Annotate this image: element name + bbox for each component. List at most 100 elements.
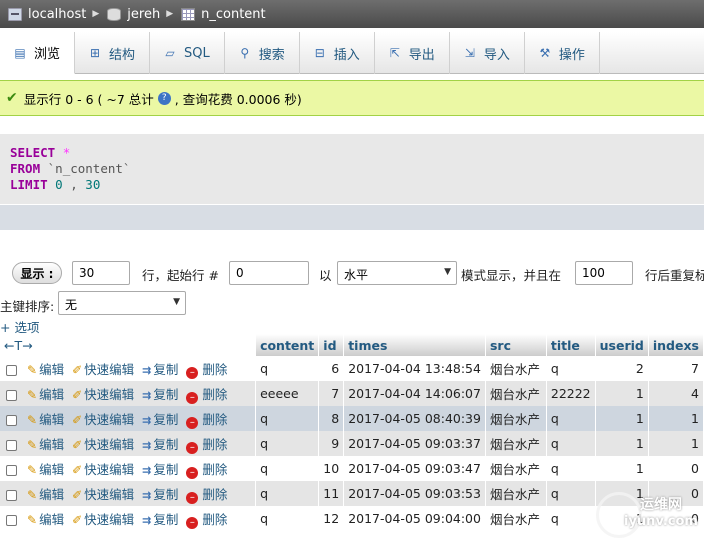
delete-link[interactable]: – 删除 (186, 437, 227, 454)
cell-times[interactable]: 2017-04-05 09:03:53 (343, 481, 486, 506)
column-header-indexs[interactable]: indexs (648, 334, 704, 356)
quick-edit-link[interactable]: ✐ 快速编辑 (72, 412, 134, 427)
copy-label[interactable]: 复制 (153, 462, 178, 477)
cell-content[interactable]: q (255, 356, 320, 381)
cell-content[interactable]: q (255, 506, 320, 531)
table-row[interactable]: ✎ 编辑 ✐ 快速编辑 ⇉ 复制 – 删除 q 6 2017-04-04 13:48:54 烟台水产 q… (0, 356, 704, 381)
tab-sql[interactable]: ▱ SQL (150, 32, 225, 74)
delete-link[interactable]: – 删除 (186, 412, 227, 429)
edit-label[interactable]: 编辑 (39, 387, 64, 402)
row-checkbox[interactable] (6, 439, 17, 451)
quick-edit-label[interactable]: 快速编辑 (84, 512, 134, 527)
tab-insert[interactable]: ⊟ 插入 (300, 32, 375, 74)
delete-label[interactable]: 删除 (202, 512, 227, 527)
cell-id[interactable]: 10 (318, 456, 345, 481)
copy-label[interactable]: 复制 (153, 512, 178, 527)
edit-label[interactable]: 编辑 (39, 437, 64, 452)
cell-userid[interactable]: 1 (595, 456, 649, 481)
column-header-id[interactable]: id (318, 334, 345, 356)
quick-edit-link[interactable]: ✐ 快速编辑 (72, 387, 134, 402)
cell-title[interactable]: 22222 (546, 381, 596, 406)
table-row[interactable]: ✎ 编辑 ✐ 快速编辑 ⇉ 复制 – 删除 eeeee 7 2017-04-04 14:06:07 烟… (0, 381, 704, 406)
cell-times[interactable]: 2017-04-04 14:06:07 (343, 381, 486, 406)
delete-link[interactable]: – 删除 (186, 387, 227, 404)
copy-label[interactable]: 复制 (153, 387, 178, 402)
cell-id[interactable]: 9 (318, 431, 345, 456)
cell-content[interactable]: q (255, 431, 320, 456)
quick-edit-link[interactable]: ✐ 快速编辑 (72, 462, 134, 477)
cell-userid[interactable]: 1 (595, 406, 649, 431)
quick-edit-label[interactable]: 快速编辑 (84, 412, 134, 427)
quick-edit-label[interactable]: 快速编辑 (84, 487, 134, 502)
cell-indexs[interactable]: 7 (648, 356, 704, 381)
copy-link[interactable]: ⇉ 复制 (142, 362, 178, 377)
copy-label[interactable]: 复制 (153, 362, 178, 377)
delete-label[interactable]: 删除 (202, 387, 227, 402)
copy-link[interactable]: ⇉ 复制 (142, 387, 178, 402)
breadcrumb-server-label[interactable]: localhost (28, 7, 86, 22)
rows-input[interactable]: 30 (72, 261, 130, 285)
row-checkbox[interactable] (6, 414, 17, 426)
quick-edit-link[interactable]: ✐ 快速编辑 (72, 512, 134, 527)
row-checkbox[interactable] (6, 464, 17, 476)
delete-label[interactable]: 删除 (202, 412, 227, 427)
column-header-src[interactable]: src (485, 334, 547, 356)
cell-userid[interactable]: 1 (595, 431, 649, 456)
table-row[interactable]: ✎ 编辑 ✐ 快速编辑 ⇉ 复制 – 删除 q 8 2017-04-05 08:40:39 烟台水产 q… (0, 406, 704, 431)
sort-select[interactable]: 无 ▼ (58, 291, 186, 315)
quick-edit-label[interactable]: 快速编辑 (84, 387, 134, 402)
row-checkbox[interactable] (6, 389, 17, 401)
tab-search[interactable]: ⚲ 搜索 (225, 32, 300, 74)
cell-src[interactable]: 烟台水产 (485, 456, 547, 481)
edit-link[interactable]: ✎ 编辑 (27, 362, 64, 377)
cell-content[interactable]: q (255, 481, 320, 506)
column-arrows-header[interactable]: ←T→ (0, 334, 257, 356)
cell-times[interactable]: 2017-04-05 08:40:39 (343, 406, 486, 431)
cell-indexs[interactable]: 1 (648, 406, 704, 431)
edit-label[interactable]: 编辑 (39, 462, 64, 477)
row-checkbox[interactable] (6, 364, 17, 376)
delete-label[interactable]: 删除 (202, 462, 227, 477)
cell-userid[interactable]: 1 (595, 381, 649, 406)
edit-label[interactable]: 编辑 (39, 487, 64, 502)
tab-operations[interactable]: ⚒ 操作 (525, 32, 600, 74)
cell-title[interactable]: q (546, 456, 596, 481)
cell-title[interactable]: q (546, 431, 596, 456)
edit-link[interactable]: ✎ 编辑 (27, 462, 64, 477)
tab-structure[interactable]: ⊞ 结构 (75, 32, 151, 74)
cell-indexs[interactable]: 1 (648, 431, 704, 456)
cell-src[interactable]: 烟台水产 (485, 481, 547, 506)
delete-link[interactable]: – 删除 (186, 512, 227, 529)
cell-indexs[interactable]: 0 (648, 456, 704, 481)
cell-content[interactable]: eeeee (255, 381, 320, 406)
tab-export[interactable]: ⇱ 导出 (375, 32, 450, 74)
edit-link[interactable]: ✎ 编辑 (27, 437, 64, 452)
cell-src[interactable]: 烟台水产 (485, 406, 547, 431)
row-checkbox[interactable] (6, 489, 17, 501)
delete-label[interactable]: 删除 (202, 487, 227, 502)
copy-link[interactable]: ⇉ 复制 (142, 487, 178, 502)
cell-content[interactable]: q (255, 406, 320, 431)
copy-label[interactable]: 复制 (153, 437, 178, 452)
row-checkbox[interactable] (6, 514, 17, 526)
repeat-headers-input[interactable]: 100 (575, 261, 633, 285)
quick-edit-link[interactable]: ✐ 快速编辑 (72, 487, 134, 502)
copy-link[interactable]: ⇉ 复制 (142, 462, 178, 477)
edit-link[interactable]: ✎ 编辑 (27, 387, 64, 402)
table-row[interactable]: ✎ 编辑 ✐ 快速编辑 ⇉ 复制 – 删除 q 9 2017-04-05 09:03:37 烟台水产 q… (0, 431, 704, 456)
breadcrumb-database[interactable]: jereh (107, 7, 160, 22)
column-header-times[interactable]: times (343, 334, 486, 356)
cell-id[interactable]: 8 (318, 406, 345, 431)
quick-edit-link[interactable]: ✐ 快速编辑 (72, 437, 134, 452)
breadcrumb-table-label[interactable]: n_content (201, 7, 266, 22)
cell-src[interactable]: 烟台水产 (485, 381, 547, 406)
column-header-title[interactable]: title (546, 334, 596, 356)
cell-indexs[interactable]: 4 (648, 381, 704, 406)
copy-label[interactable]: 复制 (153, 487, 178, 502)
quick-edit-label[interactable]: 快速编辑 (84, 437, 134, 452)
cell-times[interactable]: 2017-04-05 09:04:00 (343, 506, 486, 531)
edit-link[interactable]: ✎ 编辑 (27, 487, 64, 502)
quick-edit-label[interactable]: 快速编辑 (84, 462, 134, 477)
edit-label[interactable]: 编辑 (39, 362, 64, 377)
show-button[interactable]: 显示 : (12, 262, 62, 284)
